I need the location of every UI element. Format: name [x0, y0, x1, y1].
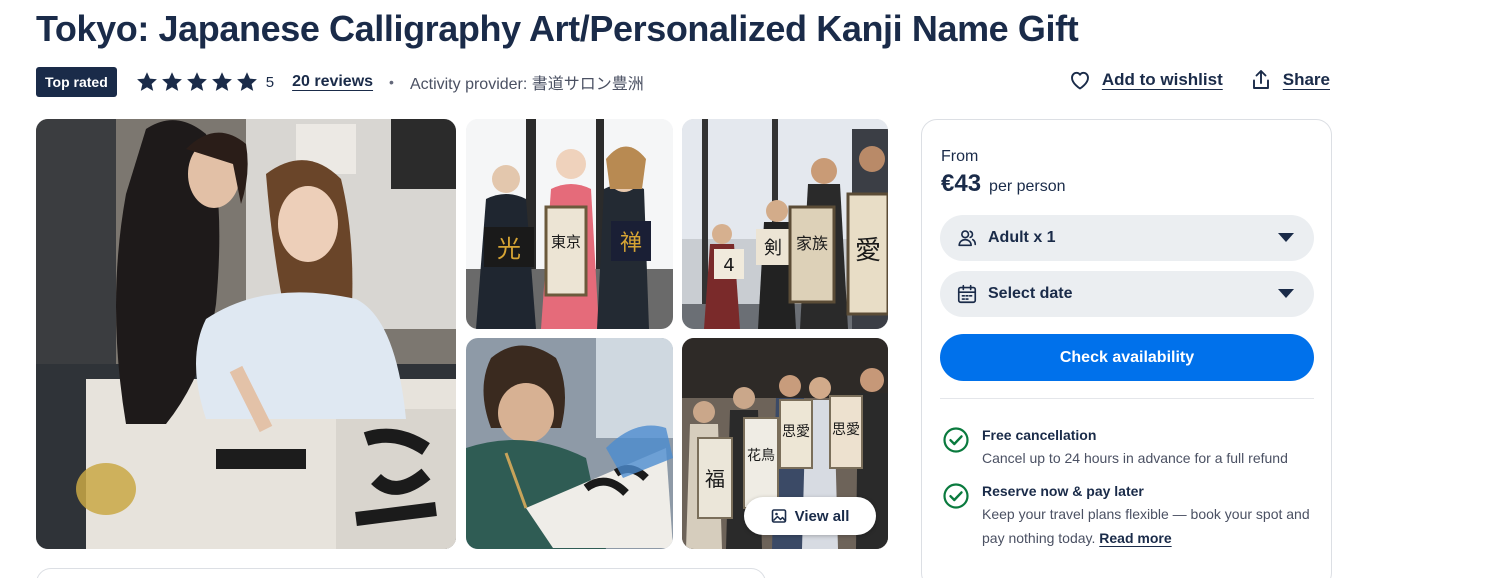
divider	[940, 398, 1314, 399]
scroll-kanji: 家族	[796, 234, 828, 253]
feature-title: Free cancellation	[982, 427, 1097, 443]
feature-reserve-pay-later: Reserve now & pay later Keep your travel…	[942, 482, 1322, 550]
scroll-kanji: 東京	[551, 233, 581, 251]
share-button[interactable]: Share	[1249, 68, 1330, 92]
feature-description: Keep your travel plans flexible — book y…	[982, 502, 1322, 550]
next-section-card	[36, 568, 766, 578]
share-label: Share	[1282, 70, 1330, 89]
scroll-kanji: 光	[497, 235, 521, 263]
star-icon	[136, 72, 157, 91]
top-rated-badge: Top rated	[36, 67, 117, 97]
feature-description: Cancel up to 24 hours in advance for a f…	[982, 450, 1288, 466]
booking-card: From €43 per person Adult x 1 Select dat…	[921, 119, 1332, 578]
photo-writing[interactable]	[466, 338, 673, 549]
view-all-button[interactable]: View all	[744, 497, 876, 535]
participants-select[interactable]: Adult x 1	[940, 215, 1314, 261]
feature-text: Free cancellation Cancel up to 24 hours …	[982, 426, 1322, 470]
chevron-down-icon	[1278, 289, 1294, 298]
reviews-link[interactable]: 20 reviews	[292, 73, 373, 91]
star-icon	[161, 72, 182, 91]
family-with-scrolls-photo: 4 剣 家族 愛	[682, 119, 888, 329]
per-person-label: per person	[989, 178, 1066, 195]
chevron-down-icon	[1278, 233, 1294, 242]
check-circle-icon	[943, 483, 969, 509]
student-writing-photo	[466, 338, 673, 549]
view-all-label: View all	[794, 507, 850, 525]
photo-gallery: 光 東京 禅 4 剣 家族 愛 福 花鳥 思愛 思愛 View all	[36, 119, 888, 549]
star-icon	[211, 72, 232, 91]
rating-value: 5	[265, 73, 275, 91]
scroll-kanji: 福	[705, 467, 725, 491]
header-actions: Add to wishlist Share	[1068, 68, 1330, 92]
calligraphy-lesson-photo	[36, 119, 456, 549]
from-label: From	[941, 148, 979, 165]
scroll-kanji: 花鳥	[747, 448, 775, 464]
star-icon	[186, 72, 207, 91]
meta-separator: •	[389, 74, 394, 90]
scroll-kanji: 思愛	[832, 422, 860, 438]
scroll-kanji: 愛	[855, 236, 881, 266]
heart-icon	[1070, 71, 1089, 90]
photo-group-2[interactable]: 4 剣 家族 愛	[682, 119, 888, 329]
meta-row: Top rated 5 20 reviews • Activity provid…	[36, 67, 644, 97]
participants-value: Adult x 1	[988, 229, 1056, 246]
participants-icon	[958, 230, 977, 247]
price-row: €43 per person	[941, 170, 1066, 198]
photo-group-1[interactable]: 光 東京 禅	[466, 119, 673, 329]
rating-stars	[135, 70, 259, 94]
feature-free-cancellation: Free cancellation Cancel up to 24 hours …	[942, 426, 1322, 470]
scroll-kanji: 禅	[620, 231, 642, 256]
check-circle-icon	[943, 427, 969, 453]
image-icon	[771, 509, 786, 523]
scroll-kanji: 思愛	[782, 424, 810, 440]
page-title: Tokyo: Japanese Calligraphy Art/Personal…	[36, 8, 1079, 49]
activity-provider: Activity provider: 書道サロン豊洲	[409, 76, 644, 93]
scroll-kanji: 剣	[764, 238, 782, 259]
add-to-wishlist-button[interactable]: Add to wishlist	[1068, 68, 1223, 92]
wishlist-label: Add to wishlist	[1101, 70, 1223, 89]
group-with-scrolls-photo: 光 東京 禅	[466, 119, 673, 329]
price-value: €43	[941, 170, 982, 197]
feature-title: Reserve now & pay later	[982, 483, 1144, 499]
star-icon	[236, 72, 257, 91]
main-photo[interactable]	[36, 119, 456, 549]
share-icon	[1252, 70, 1269, 89]
date-placeholder: Select date	[988, 285, 1073, 302]
calendar-icon	[957, 284, 977, 304]
check-availability-button[interactable]: Check availability	[940, 334, 1314, 381]
feature-text: Reserve now & pay later Keep your travel…	[982, 482, 1322, 550]
read-more-link[interactable]: Read more	[1099, 530, 1171, 546]
scroll-kanji: 4	[723, 255, 734, 276]
date-select[interactable]: Select date	[940, 271, 1314, 317]
